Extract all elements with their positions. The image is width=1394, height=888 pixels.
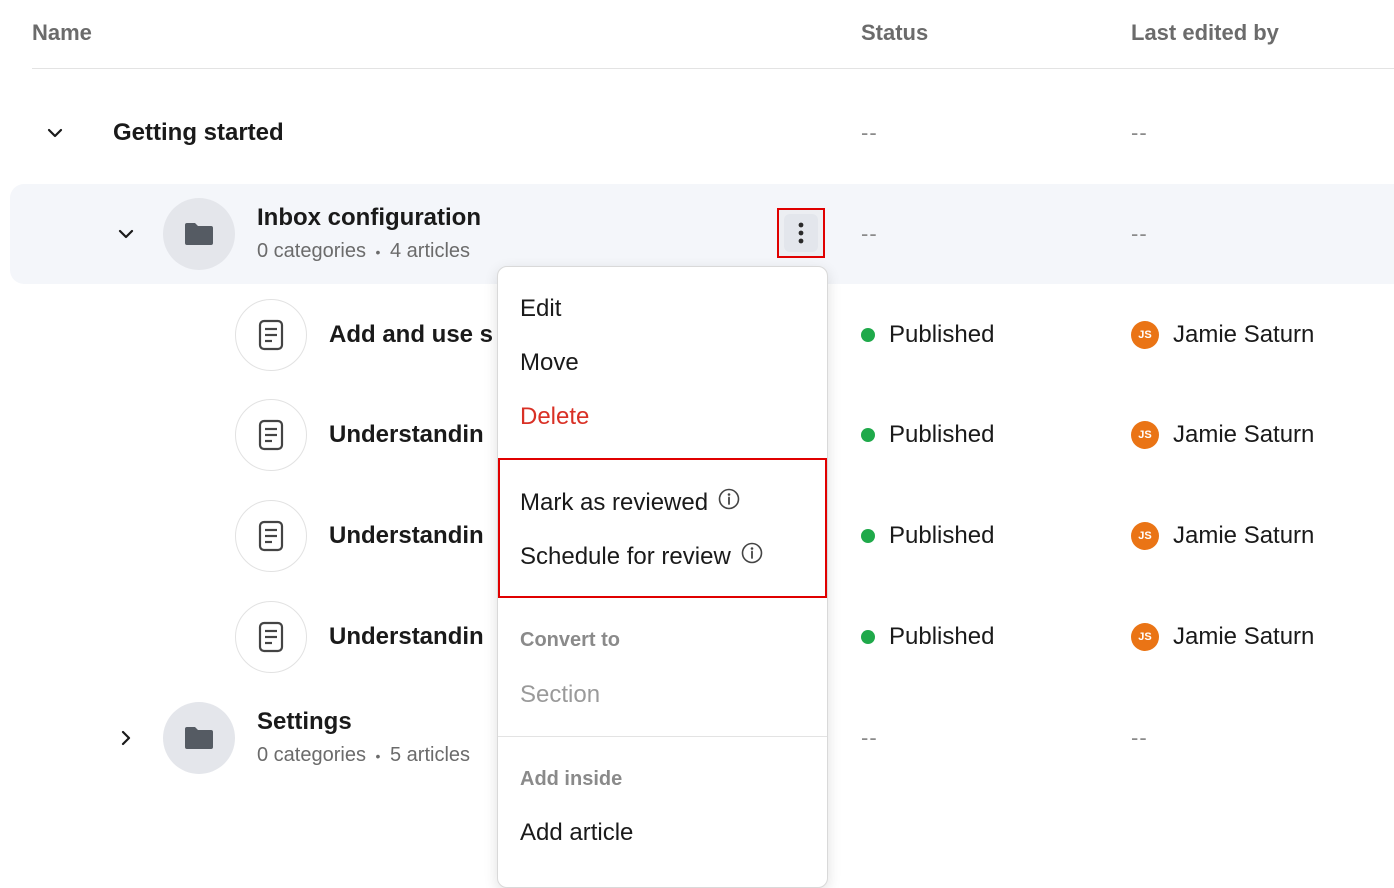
menu-item-edit[interactable]: Edit	[520, 295, 561, 323]
menu-item-label: Add article	[520, 819, 634, 846]
article-title[interactable]: Understandin	[329, 623, 484, 651]
article-icon	[235, 500, 307, 572]
article-editor: JS Jamie Saturn	[1131, 623, 1314, 651]
published-dot	[861, 630, 875, 644]
collection-title[interactable]: Inbox configuration	[257, 204, 481, 232]
folder-icon	[163, 198, 235, 270]
settings-articles-count: 5 articles	[390, 744, 471, 766]
menu-item-label: Edit	[520, 295, 562, 322]
avatar: JS	[1131, 421, 1159, 449]
article-editor: JS Jamie Saturn	[1131, 321, 1314, 349]
settings-editor: --	[1131, 725, 1148, 750]
info-icon[interactable]	[741, 542, 763, 571]
article-status: Published	[861, 421, 994, 449]
collection-editor: --	[1131, 221, 1148, 246]
header-divider	[32, 68, 1394, 69]
menu-item-label: Section	[520, 681, 601, 708]
menu-item-schedule-for-review[interactable]: Schedule for review	[520, 542, 763, 571]
chevron-down-icon[interactable]	[43, 121, 67, 145]
editor-name: Jamie Saturn	[1173, 623, 1315, 650]
article-editor: JS Jamie Saturn	[1131, 522, 1314, 550]
menu-section-add-inside: Add inside	[520, 768, 623, 790]
status-text: Published	[889, 522, 995, 549]
published-dot	[861, 328, 875, 342]
menu-item-section: Section	[520, 681, 600, 709]
article-title[interactable]: Add and use s	[329, 321, 493, 349]
more-vertical-icon[interactable]	[784, 214, 818, 252]
column-header-name[interactable]: Name	[32, 20, 92, 46]
meta-separator: •	[375, 747, 381, 764]
column-header-status[interactable]: Status	[861, 20, 928, 46]
editor-name: Jamie Saturn	[1173, 421, 1315, 448]
settings-status: --	[861, 725, 878, 750]
settings-categories-count: 0 categories	[257, 744, 366, 766]
info-icon[interactable]	[718, 488, 740, 517]
menu-item-move[interactable]: Move	[520, 349, 579, 377]
article-icon	[235, 601, 307, 673]
collection-categories-count: 0 categories	[257, 240, 366, 262]
article-editor: JS Jamie Saturn	[1131, 421, 1314, 449]
avatar: JS	[1131, 321, 1159, 349]
menu-item-label: Mark as reviewed	[520, 488, 709, 516]
avatar: JS	[1131, 623, 1159, 651]
article-status: Published	[861, 321, 994, 349]
editor-name: Jamie Saturn	[1173, 522, 1315, 549]
collection-status: --	[861, 221, 878, 246]
article-icon	[235, 399, 307, 471]
status-text: Published	[889, 321, 995, 348]
group-editor: --	[1131, 120, 1148, 145]
menu-section-convert-to: Convert to	[520, 629, 620, 651]
menu-item-add-article[interactable]: Add article	[520, 819, 633, 847]
article-title[interactable]: Understandin	[329, 522, 484, 550]
avatar: JS	[1131, 522, 1159, 550]
published-dot	[861, 529, 875, 543]
folder-icon	[163, 702, 235, 774]
collection-meta: 0 categories • 4 articles	[257, 240, 470, 263]
more-options-button[interactable]	[777, 208, 825, 258]
menu-item-mark-as-reviewed[interactable]: Mark as reviewed	[520, 488, 740, 517]
chevron-down-icon[interactable]	[114, 222, 138, 246]
menu-item-label: Move	[520, 349, 579, 376]
menu-item-label: Delete	[520, 403, 590, 430]
article-status: Published	[861, 522, 994, 550]
article-title[interactable]: Understandin	[329, 421, 484, 449]
settings-title[interactable]: Settings	[257, 708, 352, 736]
article-status: Published	[861, 623, 994, 651]
group-status: --	[861, 120, 878, 145]
article-icon	[235, 299, 307, 371]
menu-item-delete[interactable]: Delete	[520, 403, 589, 431]
review-options-highlight	[498, 458, 827, 598]
group-title[interactable]: Getting started	[113, 119, 284, 147]
menu-divider	[498, 736, 827, 737]
chevron-right-icon[interactable]	[114, 726, 138, 750]
status-text: Published	[889, 623, 995, 650]
meta-separator: •	[375, 243, 381, 260]
column-header-last-edited-by[interactable]: Last edited by	[1131, 20, 1279, 46]
collection-articles-count: 4 articles	[390, 240, 471, 262]
published-dot	[861, 428, 875, 442]
status-text: Published	[889, 421, 995, 448]
options-dropdown-menu: Edit Move Delete Mark as reviewed Schedu…	[497, 266, 828, 888]
settings-meta: 0 categories • 5 articles	[257, 744, 470, 767]
menu-item-label: Schedule for review	[520, 542, 731, 570]
editor-name: Jamie Saturn	[1173, 321, 1315, 348]
